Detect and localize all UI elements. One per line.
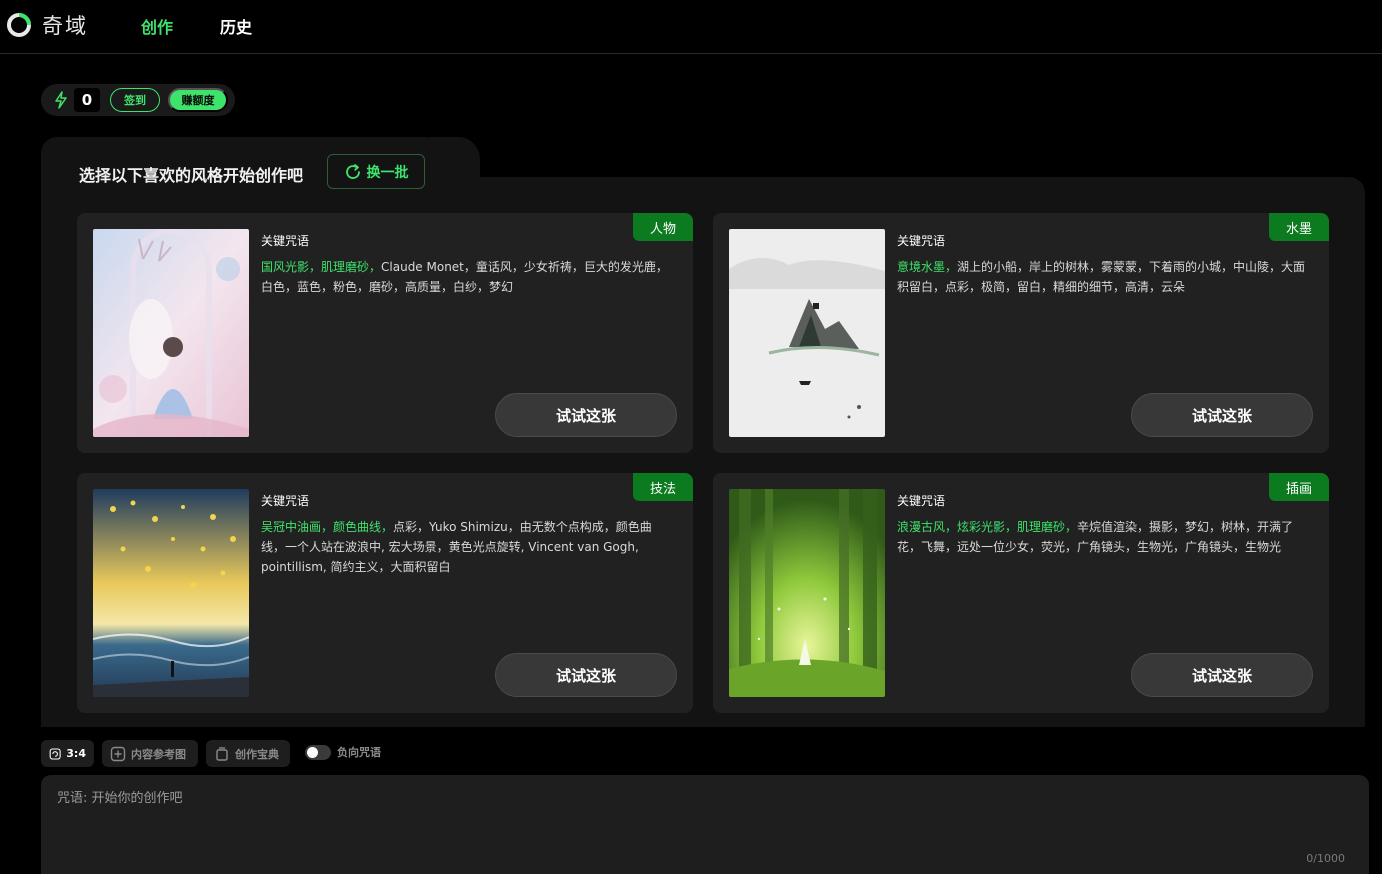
card-tag: 水墨 [1269,213,1329,241]
try-this-button[interactable]: 试试这张 [495,653,677,697]
app-logo[interactable]: 奇域 [6,10,88,40]
style-card-technique: 技法 关键咒语 吴冠中油画，颜色曲线，点彩，Yuko Shimizu，由无数个点… [77,473,693,713]
aspect-ratio-icon [49,747,61,760]
card-tag: 技法 [633,473,693,501]
negative-prompt-toggle-group: 负向咒语 [305,744,381,760]
negative-prompt-toggle[interactable] [305,744,331,760]
panel-title: 选择以下喜欢的风格开始创作吧 [79,166,304,185]
creation-guide-button[interactable]: 创作宝典 [206,740,290,767]
aspect-ratio-label: 3:4 [66,747,86,760]
refresh-batch-button[interactable]: 换一批 [327,154,425,189]
card-image-green-forest [729,489,885,697]
style-card-illustration: 插画 关键咒语 浪漫古风，炫彩光影，肌理磨砂，辛烷值渲染，摄影，梦幻，树林，开满… [713,473,1329,713]
char-counter: 0/1000 [1306,852,1345,865]
prompt-box: 0/1000 [41,775,1369,874]
book-icon [216,746,228,761]
style-card-ink: 水墨 关键咒语 意境水墨，湖上的小船，岸上的树林，雾蒙蒙，下着雨的小城，中山陵，… [713,213,1329,453]
try-this-button[interactable]: 试试这张 [1131,393,1313,437]
keyword-label: 关键咒语 [897,234,946,248]
app-name: 奇域 [42,14,88,38]
refresh-label: 换一批 [366,163,409,180]
aspect-ratio-button[interactable]: 3:4 [41,740,94,767]
prompt-input[interactable] [57,791,1257,806]
card-image-deer-girl [93,229,249,437]
green-forest-illustration [729,489,885,697]
earn-credits-button[interactable]: 赚额度 [168,88,228,112]
lightning-icon [55,91,67,109]
card-tag: 插画 [1269,473,1329,501]
keyword-label: 关键咒语 [261,494,310,508]
nav-create[interactable]: 创作 [141,14,173,38]
ink-landscape-illustration [729,229,885,437]
try-this-button[interactable]: 试试这张 [1131,653,1313,697]
card-tag: 人物 [633,213,693,241]
keyword-highlight: 国风光影，肌理磨砂， [261,260,382,274]
logo-ring-icon [7,13,31,37]
negative-prompt-label: 负向咒语 [337,746,381,759]
keyword-text: 浪漫古风，炫彩光影，肌理磨砂，辛烷值渲染，摄影，梦幻，树林，开满了花，飞舞，远处… [897,517,1309,557]
nav-history[interactable]: 历史 [220,14,252,38]
deer-girl-illustration [93,229,249,437]
pointillism-illustration [93,489,249,697]
keyword-highlight: 浪漫古风，炫彩光影，肌理磨砂， [897,520,1078,534]
card-image-ink-landscape [729,229,885,437]
keyword-text: 意境水墨，湖上的小船，岸上的树林，雾蒙蒙，下着雨的小城，中山陵，大面积留白，点彩… [897,257,1309,297]
keyword-highlight: 意境水墨， [897,260,958,274]
refresh-icon [345,163,360,179]
style-card-portrait: 人物 关键咒语 国风光影，肌理磨砂，Claude Monet，童话风，少女祈祷，… [77,213,693,453]
content-reference-label: 内容参考图 [131,747,186,761]
keyword-label: 关键咒语 [897,494,946,508]
try-this-button[interactable]: 试试这张 [495,393,677,437]
signin-button[interactable]: 签到 [110,88,160,112]
keyword-text: 国风光影，肌理磨砂，Claude Monet，童话风，少女祈祷，巨大的发光鹿，白… [261,257,673,297]
credit-count: 0 [74,88,100,112]
card-image-pointillism [93,489,249,697]
keyword-label: 关键咒语 [261,234,310,248]
keyword-highlight: 吴冠中油画，颜色曲线， [261,520,394,534]
top-nav-bar: 奇域 创作 历史 [0,0,1382,54]
credits-pill: 0 签到 赚额度 [41,84,235,116]
keyword-text: 吴冠中油画，颜色曲线，点彩，Yuko Shimizu，由无数个点构成，颜色曲线，… [261,517,673,577]
add-image-icon [110,746,126,761]
creation-guide-label: 创作宝典 [235,747,279,761]
content-reference-button[interactable]: 内容参考图 [102,740,198,767]
keyword-body: 湖上的小船，岸上的树林，雾蒙蒙，下着雨的小城，中山陵，大面积留白，点彩，极简，留… [897,260,1306,294]
